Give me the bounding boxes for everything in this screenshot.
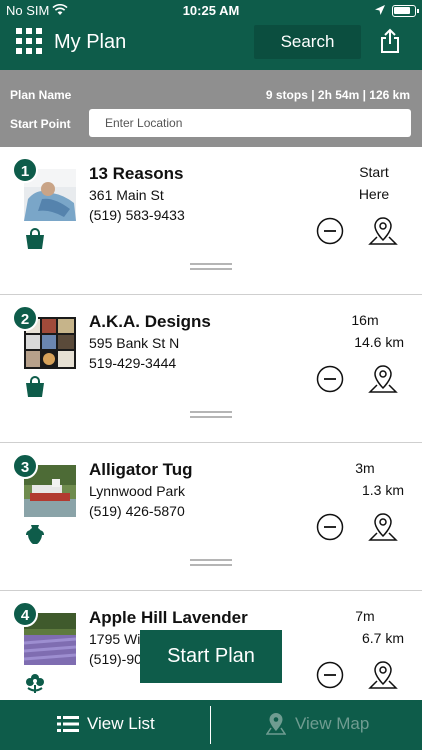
plan-panel: Plan Name 9 stops | 2h 54m | 126 km Star… — [0, 70, 422, 147]
stop-item[interactable]: 3 Alligator Tug Lynnwood Park (519) 426-… — [0, 443, 422, 591]
remove-stop-icon[interactable] — [316, 217, 344, 245]
share-icon[interactable] — [378, 28, 402, 54]
stop-address: 361 Main St — [89, 187, 164, 203]
view-list-tab[interactable]: View List — [0, 700, 210, 750]
stop-item[interactable]: 2 A.K.A. Designs 595 Bank St N 519-429-3… — [0, 295, 422, 443]
stop-distance: 6.7 km — [361, 630, 404, 646]
drag-handle[interactable] — [190, 263, 232, 271]
stop-name[interactable]: Apple Hill Lavender — [89, 608, 248, 628]
drag-handle[interactable] — [190, 559, 232, 567]
map-pin-icon[interactable] — [368, 215, 398, 247]
stop-name[interactable]: Alligator Tug — [89, 460, 193, 480]
stop-travel-time: 7m — [355, 608, 375, 624]
stop-number-badge: 2 — [12, 305, 38, 331]
shopping-bag-icon — [26, 376, 44, 397]
stop-distance: 14.6 km — [354, 334, 404, 350]
menu-grid-icon[interactable] — [16, 28, 42, 54]
stop-phone[interactable]: 519-429-3444 — [89, 355, 176, 371]
bottom-tab-bar: View List View Map — [0, 700, 422, 750]
stop-address: 1795 Wi — [89, 631, 141, 647]
stop-name[interactable]: 13 Reasons — [89, 164, 184, 184]
view-list-label: View List — [87, 714, 155, 733]
page-title: My Plan — [54, 31, 127, 53]
location-arrow-icon — [375, 5, 385, 15]
stop-phone[interactable]: (519)-90 — [89, 651, 142, 667]
stop-address: 595 Bank St N — [89, 335, 180, 351]
remove-stop-icon[interactable] — [316, 365, 344, 393]
plan-summary: 9 stops | 2h 54m | 126 km — [265, 88, 410, 102]
status-bar: No SIM 10:25 AM — [0, 0, 422, 22]
map-pin-icon[interactable] — [368, 511, 398, 543]
remove-stop-icon[interactable] — [316, 661, 344, 689]
stop-phone[interactable]: (519) 583-9433 — [89, 207, 185, 223]
map-pin-icon — [266, 713, 286, 735]
stop-travel-time: 16m — [351, 312, 379, 328]
start-plan-button[interactable]: Start Plan — [140, 630, 282, 683]
stop-distance: 1.3 km — [361, 482, 404, 498]
stop-travel-time: Start — [359, 164, 389, 180]
flower-icon — [26, 674, 44, 693]
stop-address: Lynnwood Park — [89, 483, 185, 499]
stop-number-badge: 4 — [12, 601, 38, 627]
start-point-label: Start Point — [10, 117, 71, 131]
stop-phone[interactable]: (519) 426-5870 — [89, 503, 185, 519]
search-button[interactable]: Search — [254, 25, 361, 59]
start-location-input[interactable] — [89, 109, 411, 137]
list-icon — [57, 716, 79, 732]
stop-name[interactable]: A.K.A. Designs — [89, 312, 211, 332]
map-pin-icon[interactable] — [368, 363, 398, 395]
app-header: My Plan Search — [0, 22, 422, 70]
clock: 10:25 AM — [182, 3, 240, 18]
battery-icon — [392, 5, 419, 17]
view-map-label: View Map — [295, 714, 370, 733]
stop-travel-time: 3m — [355, 460, 375, 476]
shopping-bag-icon — [26, 228, 44, 249]
stop-number-badge: 3 — [12, 453, 38, 479]
map-pin-icon[interactable] — [368, 659, 398, 691]
stop-number-badge: 1 — [12, 157, 38, 183]
view-map-tab[interactable]: View Map — [211, 700, 422, 750]
drag-handle[interactable] — [190, 411, 232, 419]
remove-stop-icon[interactable] — [316, 513, 344, 541]
stop-distance: Here — [358, 186, 390, 202]
stop-item[interactable]: 1 13 Reasons 361 Main St (519) 583-9433 … — [0, 147, 422, 295]
vase-icon — [26, 525, 44, 544]
plan-name-label: Plan Name — [10, 88, 72, 102]
